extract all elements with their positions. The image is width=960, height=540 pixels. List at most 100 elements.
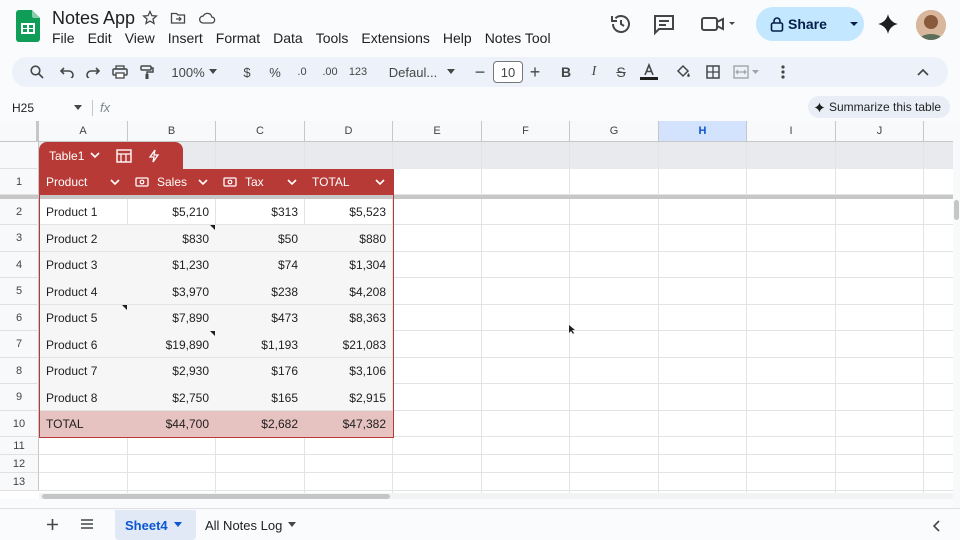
sheet-scroll-left-icon[interactable] xyxy=(932,520,940,532)
italic-button[interactable]: I xyxy=(585,57,603,87)
star-icon[interactable] xyxy=(142,10,158,26)
name-box[interactable]: H25 xyxy=(8,98,86,118)
table-name-chip[interactable]: Table1 xyxy=(39,142,183,169)
redo-icon[interactable] xyxy=(82,57,104,87)
table-cell[interactable]: $5,523 xyxy=(305,199,393,225)
table-cell[interactable]: $74 xyxy=(216,252,305,278)
table-cell[interactable]: $238 xyxy=(216,278,305,305)
quick-actions-icon[interactable] xyxy=(148,149,160,163)
table-cell[interactable]: $176 xyxy=(216,358,305,384)
more-options-icon[interactable] xyxy=(776,57,790,87)
column-menu-chevron-icon[interactable] xyxy=(375,178,385,186)
table-cell[interactable]: $830 xyxy=(128,225,216,252)
column-header-e[interactable]: E xyxy=(393,121,482,142)
horizontal-scrollbar-thumb[interactable] xyxy=(42,494,390,499)
table-cell[interactable]: $1,304 xyxy=(305,252,393,278)
column-menu-chevron-icon[interactable] xyxy=(287,178,297,186)
table-cell[interactable]: $7,890 xyxy=(128,305,216,331)
sheet-tab[interactable]: All Notes Log xyxy=(205,510,297,540)
column-header-d[interactable]: D xyxy=(305,121,393,142)
cell-note-marker[interactable] xyxy=(122,305,127,310)
sheet-tab-active[interactable]: Sheet4 xyxy=(115,510,196,540)
column-header-k[interactable] xyxy=(924,121,953,142)
table-header-total[interactable]: TOTAL xyxy=(305,169,393,195)
row-header-4[interactable]: 4 xyxy=(0,252,39,278)
row-header-3[interactable]: 3 xyxy=(0,225,39,252)
table-cell[interactable]: $5,210 xyxy=(128,199,216,225)
add-sheet-icon[interactable] xyxy=(46,518,59,531)
menu-format[interactable]: Format xyxy=(216,30,265,46)
table-cell[interactable]: Product 6 xyxy=(39,331,128,358)
menu-help[interactable]: Help xyxy=(443,30,477,46)
table-header-tax[interactable]: Tax xyxy=(216,169,305,195)
cell-note-marker[interactable] xyxy=(210,225,215,230)
decrease-decimal-button[interactable]: .0 xyxy=(292,57,312,87)
document-title[interactable]: Notes App xyxy=(52,8,135,29)
table-cell[interactable]: $165 xyxy=(216,384,305,411)
more-formats-button[interactable]: 123 xyxy=(346,57,370,87)
row-header-9[interactable]: 9 xyxy=(0,384,39,411)
select-all-corner[interactable] xyxy=(0,121,39,142)
table-cell[interactable]: $2,915 xyxy=(305,384,393,411)
increase-decimal-button[interactable]: .00 xyxy=(318,57,342,87)
total-label-cell[interactable]: TOTAL xyxy=(39,411,128,437)
share-options-chevron-icon[interactable] xyxy=(849,19,859,29)
zoom-select[interactable]: 100% xyxy=(164,57,224,87)
table-cell[interactable]: Product 1 xyxy=(39,199,128,225)
row-header-10[interactable]: 10 xyxy=(0,411,39,437)
increase-font-size-button[interactable]: + xyxy=(527,57,543,87)
table-cell[interactable]: Product 8 xyxy=(39,384,128,411)
row-header-6[interactable]: 6 xyxy=(0,305,39,331)
formula-input[interactable] xyxy=(120,98,800,118)
cloud-status-icon[interactable] xyxy=(198,10,216,26)
table-cell[interactable]: $19,890 xyxy=(128,331,216,358)
table-cell[interactable]: $1,193 xyxy=(216,331,305,358)
menu-view[interactable]: View xyxy=(125,30,160,46)
summarize-table-button[interactable]: Summarize this table xyxy=(808,96,950,118)
column-header-b[interactable]: B xyxy=(128,121,216,142)
vertical-scrollbar-track[interactable] xyxy=(953,121,960,507)
paint-format-icon[interactable] xyxy=(136,57,158,87)
comments-icon[interactable] xyxy=(652,12,676,36)
table-view-icon[interactable] xyxy=(116,148,133,163)
table-header-product[interactable]: Product xyxy=(39,169,128,195)
move-folder-icon[interactable] xyxy=(170,10,186,26)
meet-video-icon[interactable] xyxy=(700,12,740,36)
total-total-cell[interactable]: $47,382 xyxy=(305,411,393,437)
table-cell[interactable]: Product 5 xyxy=(39,305,128,331)
gemini-sparkle-icon[interactable] xyxy=(877,13,899,35)
font-size-input[interactable]: 10 xyxy=(493,61,523,83)
percent-format-button[interactable]: % xyxy=(266,57,284,87)
table-cell[interactable]: $313 xyxy=(216,199,305,225)
menu-insert[interactable]: Insert xyxy=(168,30,208,46)
column-header-j[interactable]: J xyxy=(836,121,924,142)
cell-note-marker[interactable] xyxy=(210,331,215,336)
table-cell[interactable]: $50 xyxy=(216,225,305,252)
currency-format-button[interactable]: $ xyxy=(238,57,256,87)
collapse-menus-icon[interactable] xyxy=(914,57,932,87)
strikethrough-button[interactable]: S xyxy=(612,57,630,87)
menu-file[interactable]: File xyxy=(52,30,80,46)
row-header-2[interactable]: 2 xyxy=(0,199,39,225)
vertical-scrollbar-thumb[interactable] xyxy=(954,200,959,220)
column-header-g[interactable]: G xyxy=(570,121,659,142)
version-history-icon[interactable] xyxy=(609,12,633,36)
column-menu-chevron-icon[interactable] xyxy=(110,178,120,186)
user-avatar[interactable] xyxy=(916,10,946,40)
column-header-c[interactable]: C xyxy=(216,121,305,142)
menu-notes-tool[interactable]: Notes Tool xyxy=(485,30,556,46)
menu-extensions[interactable]: Extensions xyxy=(361,30,434,46)
share-button[interactable]: Share xyxy=(756,7,864,41)
column-header-a[interactable]: A xyxy=(39,121,128,142)
table-cell[interactable]: Product 4 xyxy=(39,278,128,305)
decrease-font-size-button[interactable]: − xyxy=(472,57,488,87)
font-family-select[interactable]: Defaul... xyxy=(386,57,458,87)
row-header-7[interactable]: 7 xyxy=(0,331,39,358)
table-header-sales[interactable]: Sales xyxy=(128,169,216,195)
table-cell[interactable]: $1,230 xyxy=(128,252,216,278)
table-cell[interactable]: $2,750 xyxy=(128,384,216,411)
column-header-i[interactable]: I xyxy=(747,121,836,142)
table-cell[interactable]: $473 xyxy=(216,305,305,331)
column-header-f[interactable]: F xyxy=(482,121,570,142)
search-menus-icon[interactable] xyxy=(26,57,48,87)
